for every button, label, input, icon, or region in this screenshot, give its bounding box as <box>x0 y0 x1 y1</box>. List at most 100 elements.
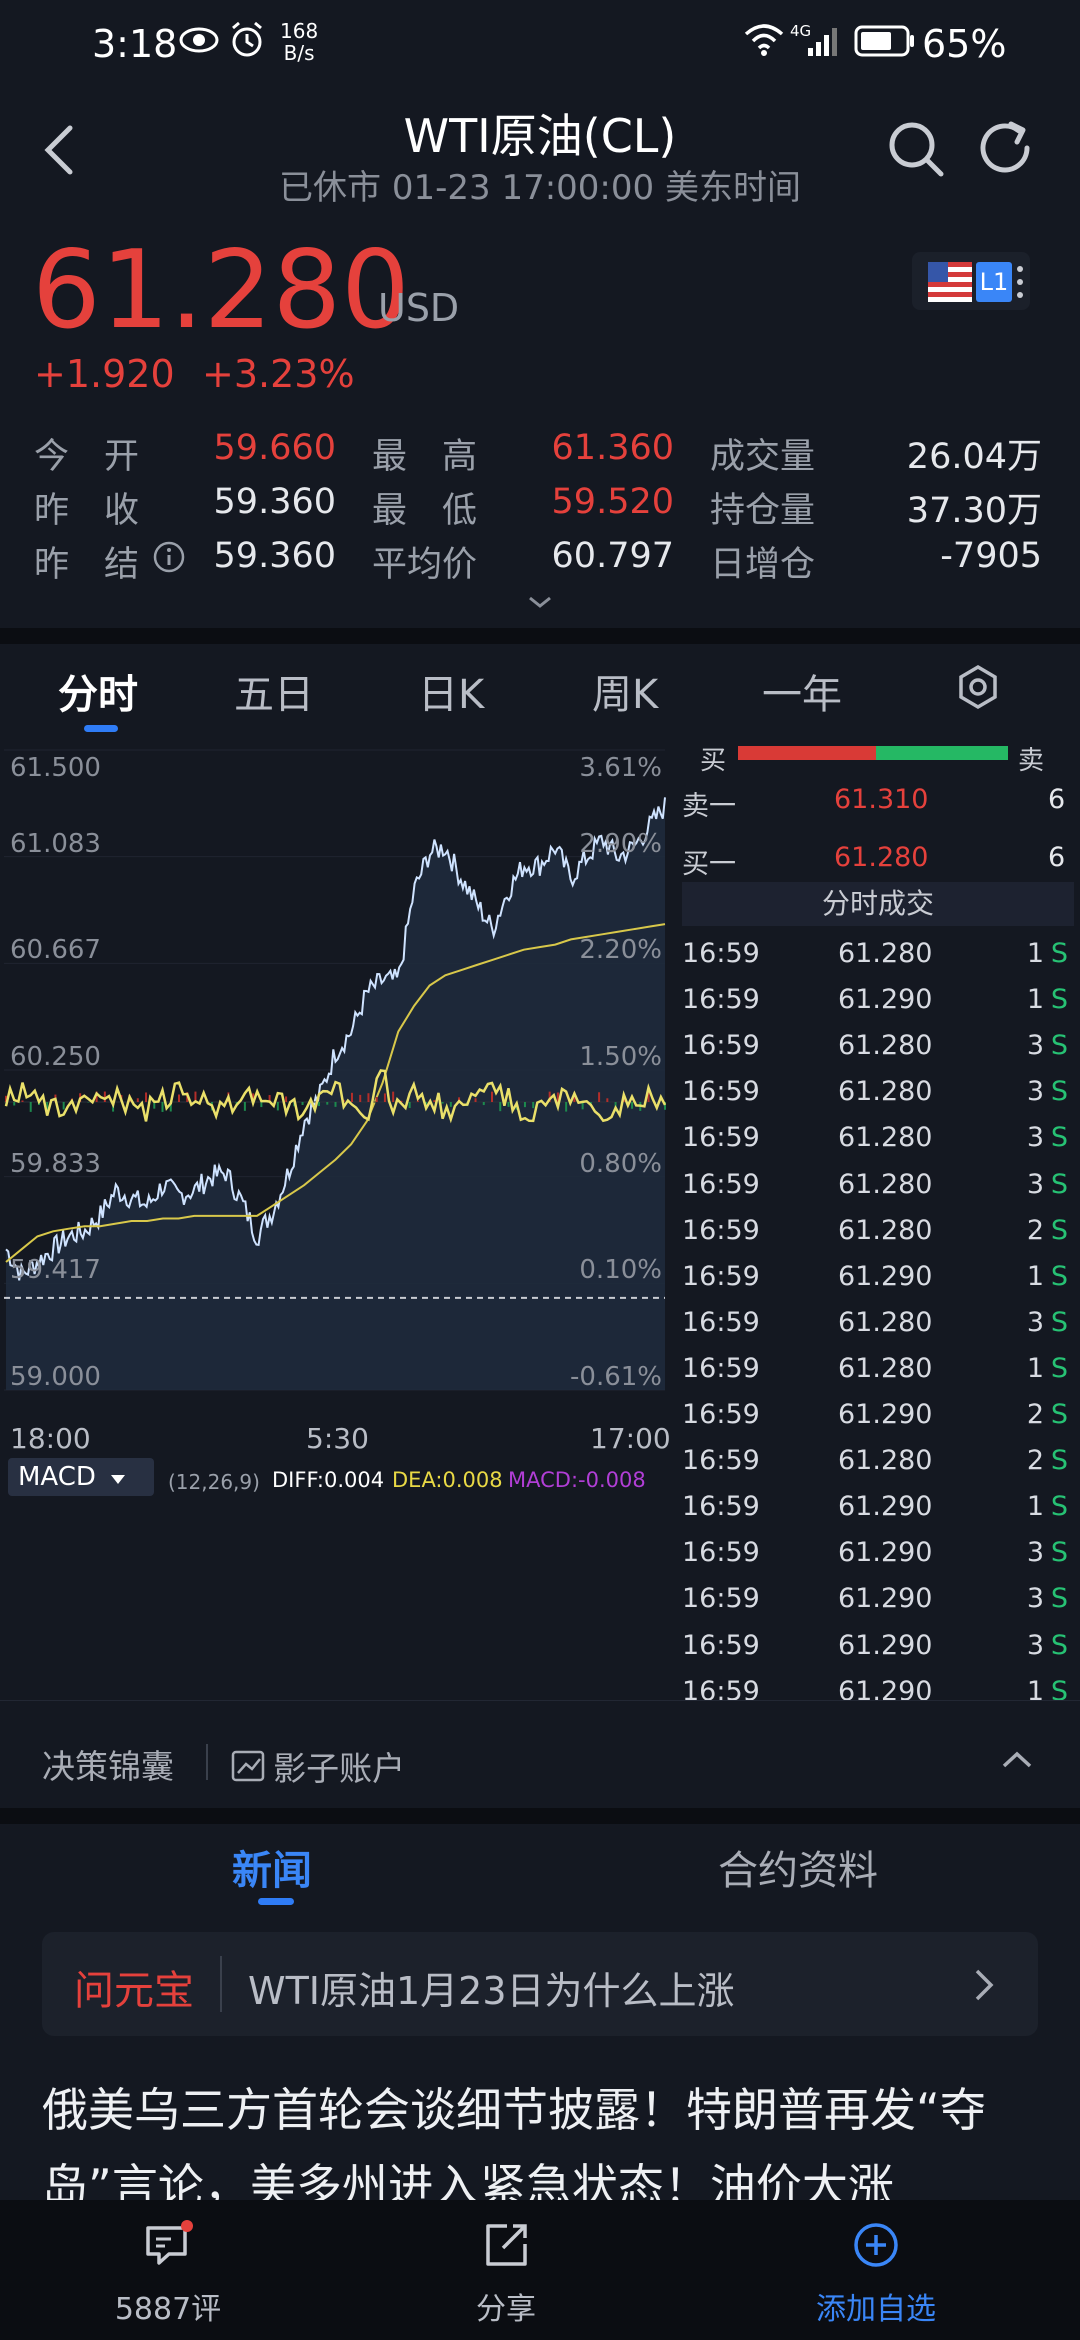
tick-row: 16:59 61.280 3 S <box>682 1076 1074 1122</box>
collapse-tools-button[interactable] <box>1000 1748 1034 1772</box>
time-tick: 17:00 <box>590 1422 671 1455</box>
section-divider <box>0 628 1080 644</box>
refresh-icon <box>980 121 1030 173</box>
intraday-chart[interactable] <box>0 735 670 1685</box>
price-tick: 60.667 <box>10 935 101 966</box>
tick-price: 61.290 <box>838 1629 933 1661</box>
tick-price: 61.280 <box>838 1122 933 1154</box>
indicator-name: MACD <box>18 1462 96 1492</box>
tick-row: 16:59 61.290 1 S <box>682 1676 1074 1722</box>
decision-kit-button[interactable]: 决策锦囊 <box>42 1740 174 1788</box>
battery-icon <box>854 24 916 62</box>
ai-separator <box>220 1956 222 2012</box>
ask-price: 61.310 <box>834 784 929 815</box>
chevron-down-icon <box>529 596 551 608</box>
tools-separator <box>206 1744 208 1780</box>
buy-ratio-bar <box>738 746 876 760</box>
add-watchlist-button[interactable]: 添加自选 <box>776 2200 976 2340</box>
comments-button[interactable]: 5887评 <box>68 2200 268 2340</box>
tick-row: 16:59 61.290 3 S <box>682 1630 1074 1676</box>
tick-time: 16:59 <box>682 938 760 969</box>
tab-news[interactable]: 新闻 <box>232 1838 312 1896</box>
chevron-right-icon <box>975 1969 994 2001</box>
add-watchlist-label: 添加自选 <box>816 2292 936 2327</box>
tick-side: S <box>1050 1629 1068 1661</box>
percent-tick: 2.20% <box>579 935 662 966</box>
tick-price: 61.280 <box>838 1168 933 1200</box>
shadow-account-button[interactable]: 影子账户 <box>230 1742 405 1790</box>
tick-time: 16:59 <box>682 1537 760 1569</box>
comments-count: 5887评 <box>114 2292 222 2327</box>
price-tick: 59.833 <box>10 1148 101 1179</box>
stat-label: 今 开 <box>34 437 140 477</box>
tick-price: 61.290 <box>838 1491 933 1523</box>
stat-label: 昨 结 <box>34 545 140 585</box>
tick-side: S <box>1050 1399 1068 1430</box>
tick-price: 61.280 <box>838 1214 933 1246</box>
indicator-selector[interactable]: MACD <box>8 1458 154 1496</box>
news-headline[interactable]: 俄美乌三方首轮会谈细节披露！特朗普再发“夺岛”言论，美多州进入紧急状态！油价大涨 <box>42 2072 1042 2202</box>
tab-contract-info[interactable]: 合约资料 <box>718 1838 878 1896</box>
stat-label: 日增仓 <box>710 545 816 585</box>
level-badge: L1 <box>976 262 1012 302</box>
stat-value: 59.520 <box>551 482 674 522</box>
tick-row: 16:59 61.280 2 S <box>682 1215 1074 1261</box>
tick-row: 16:59 61.290 1 S <box>682 1261 1074 1307</box>
share-button[interactable]: 分享 <box>406 2200 606 2340</box>
price-change-pct: +3.23% <box>202 352 355 396</box>
share-icon <box>486 2224 527 2266</box>
tick-time: 16:59 <box>682 1491 760 1523</box>
bid-qty: 6 <box>1048 842 1066 873</box>
tab-weekly-k[interactable]: 周K <box>592 662 658 720</box>
tick-side: S <box>1050 1352 1068 1384</box>
tick-time: 16:59 <box>682 1030 760 1062</box>
tick-row: 16:59 61.280 2 S <box>682 1445 1074 1491</box>
ai-brand: 问元宝 <box>74 1968 194 2014</box>
market-level-selector[interactable]: L1 <box>912 252 1030 310</box>
chart-settings-button[interactable] <box>955 664 1001 710</box>
tick-side: S <box>1050 938 1068 969</box>
tick-side: S <box>1050 1214 1068 1246</box>
price-change: +1.920 <box>34 352 175 396</box>
refresh-button[interactable] <box>975 118 1037 180</box>
expand-stats-button[interactable] <box>526 590 554 614</box>
tick-row: 16:59 61.280 3 S <box>682 1169 1074 1215</box>
ai-question-card[interactable]: 问元宝 WTI原油1月23日为什么上涨 <box>42 1932 1038 2036</box>
stat-value: -7905 <box>940 536 1042 576</box>
tick-time: 16:59 <box>682 1076 760 1108</box>
bid-label: 买一 <box>682 849 736 880</box>
percent-tick: 0.80% <box>579 1148 662 1179</box>
ticks-title: 分时成交 <box>682 882 1074 926</box>
tab-five-day[interactable]: 五日 <box>234 662 314 720</box>
tab-intraday[interactable]: 分时 <box>58 662 138 720</box>
tick-time: 16:59 <box>682 1168 760 1200</box>
caret-down-icon <box>111 1475 126 1484</box>
stat-label: 平均价 <box>372 545 478 585</box>
tab-daily-k[interactable]: 日K <box>418 662 484 720</box>
price-tick: 60.250 <box>10 1042 101 1072</box>
ask-label: 卖一 <box>682 791 736 822</box>
tick-time: 16:59 <box>682 984 760 1016</box>
tab-one-year[interactable]: 一年 <box>762 662 842 720</box>
tick-side: S <box>1050 1260 1068 1292</box>
ask-qty: 6 <box>1048 784 1066 815</box>
eye-icon <box>178 20 220 64</box>
info-icon[interactable] <box>152 540 186 578</box>
macd-params: (12,26,9) <box>168 1470 260 1494</box>
tick-time: 16:59 <box>682 1214 760 1246</box>
buy-label: 买 <box>700 746 727 776</box>
tick-price: 61.280 <box>838 1445 933 1477</box>
last-price: 61.280 <box>32 228 410 353</box>
net-speed: 168 B/s <box>280 20 318 64</box>
price-tick: 61.083 <box>10 828 101 859</box>
stat-label: 最 低 <box>372 491 478 531</box>
add-circle-icon <box>854 2223 898 2267</box>
tick-price: 61.290 <box>838 1583 933 1615</box>
price-tick: 59.000 <box>10 1362 101 1392</box>
price-tick: 59.417 <box>10 1255 101 1286</box>
share-label: 分享 <box>476 2292 536 2327</box>
time-tick: 5:30 <box>306 1422 369 1455</box>
tick-side: S <box>1050 1168 1068 1200</box>
search-button[interactable] <box>885 118 947 180</box>
tick-row: 16:59 61.290 2 S <box>682 1399 1074 1445</box>
